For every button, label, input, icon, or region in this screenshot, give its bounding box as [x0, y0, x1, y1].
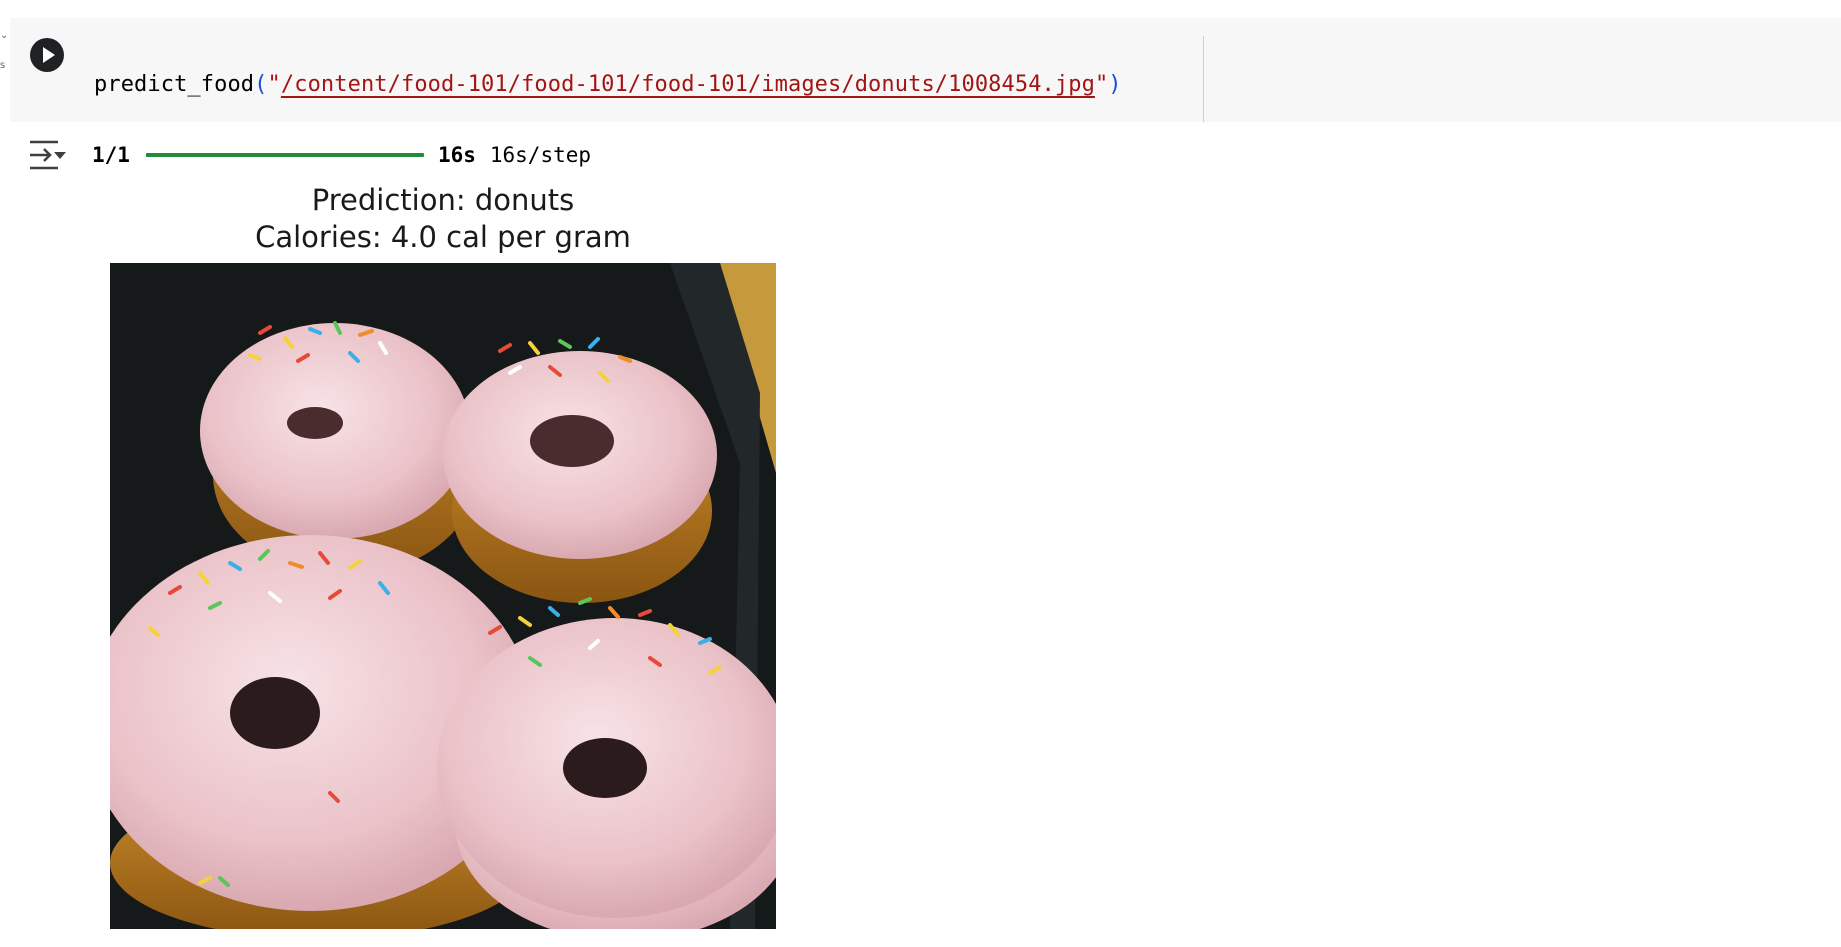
progress-bar [145, 153, 424, 157]
open-paren: ( [254, 72, 268, 97]
open-quote: " [267, 72, 281, 97]
file-path-link[interactable]: /content/food-101/food-101/food-101/imag… [281, 72, 1095, 97]
code-cell[interactable] [10, 18, 1841, 122]
progress-step: 1/1 [92, 143, 130, 167]
gutter-mark-top: ⌄ [0, 30, 9, 41]
function-name: predict_food [94, 72, 255, 97]
gutter-mark-bottom: s [0, 60, 6, 71]
progress-rate: 16s/step [489, 143, 592, 167]
collapse-output-icon[interactable] [28, 138, 68, 172]
progress-row: 1/1 16s 16s/step [92, 140, 591, 170]
prediction-title: Prediction: donuts [311, 183, 575, 217]
run-cell-button[interactable] [30, 38, 64, 72]
donut-image [110, 263, 776, 929]
calories-title: Calories: 4.0 cal per gram [255, 220, 631, 254]
code-line[interactable]: predict_food("/content/food-101/food-101… [94, 72, 1122, 97]
progress-elapsed: 16s [437, 143, 476, 167]
cell-divider [1203, 36, 1204, 122]
close-quote: " [1094, 72, 1109, 97]
close-paren: ) [1108, 72, 1122, 97]
